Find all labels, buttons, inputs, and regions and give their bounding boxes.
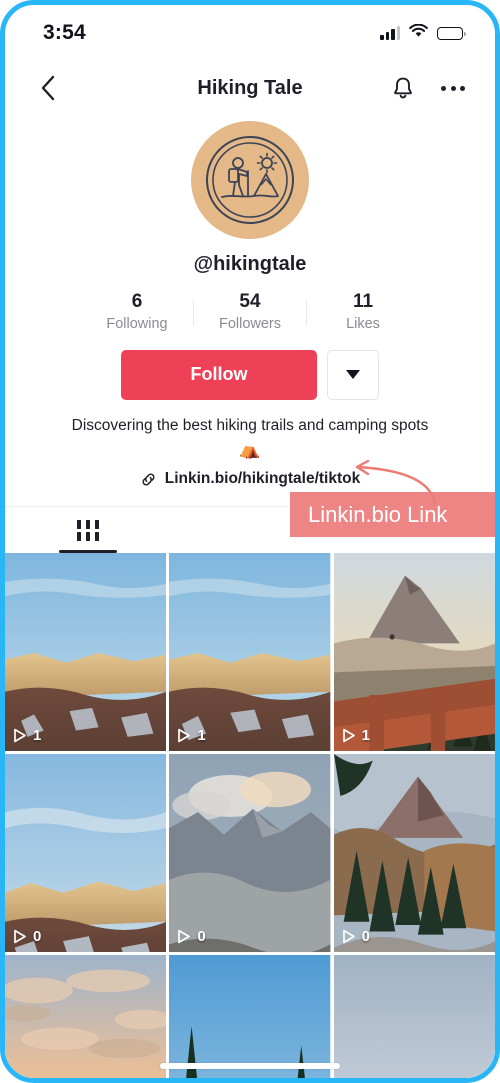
bio-text: Discovering the best hiking trails and c… xyxy=(71,416,429,434)
bio-link-text: Linkin.bio/hikingtale/tiktok xyxy=(164,470,361,488)
stat-label: Likes xyxy=(346,315,380,332)
back-button[interactable] xyxy=(33,73,63,103)
play-triangle-icon xyxy=(342,930,355,944)
cellular-signal-icon xyxy=(380,26,400,40)
view-count-text: 0 xyxy=(33,928,42,946)
video-tile[interactable]: 1 xyxy=(5,553,167,752)
video-thumbnail xyxy=(333,754,495,953)
video-thumbnail xyxy=(5,955,167,1078)
tab-videos-grid[interactable] xyxy=(5,507,171,554)
video-thumbnail xyxy=(169,553,331,752)
play-triangle-icon xyxy=(14,930,26,944)
link-icon xyxy=(142,473,155,486)
profile-stats: 6 Following 54 Followers 11 Likes xyxy=(81,290,419,336)
phone-frame: 3:54 Hiking Tale @hikingtale 6 Following… xyxy=(0,0,500,1083)
video-tile[interactable]: 1 xyxy=(333,553,495,752)
nav-actions xyxy=(389,74,467,102)
chevron-left-icon xyxy=(41,75,55,101)
profile-actions: Follow xyxy=(121,349,379,400)
view-count-text: 1 xyxy=(33,727,42,745)
video-thumbnail xyxy=(333,955,495,1078)
chevron-down-icon xyxy=(346,370,360,379)
notifications-button[interactable] xyxy=(389,74,417,102)
video-view-count: 1 xyxy=(177,727,206,745)
play-triangle-icon xyxy=(178,930,191,944)
stat-following[interactable]: 6 Following xyxy=(81,290,193,336)
video-tile[interactable]: 0 xyxy=(5,754,167,953)
video-view-count: 0 xyxy=(13,928,41,945)
callout-linkin-bio: Linkin.bio Link xyxy=(290,492,495,537)
video-view-count: 1 xyxy=(342,727,370,744)
stat-followers[interactable]: 54 Followers xyxy=(194,290,306,336)
video-tile[interactable] xyxy=(169,955,331,1078)
follow-button[interactable]: Follow xyxy=(121,349,317,400)
stat-label: Followers xyxy=(218,315,282,332)
video-tile[interactable] xyxy=(5,955,167,1078)
video-thumbnail xyxy=(5,553,167,752)
play-triangle-icon xyxy=(342,729,355,743)
video-view-count: 1 xyxy=(13,727,41,744)
view-count-text: 1 xyxy=(361,727,370,745)
avatar[interactable] xyxy=(191,121,309,239)
home-indicator xyxy=(160,1063,340,1069)
view-count-text: 0 xyxy=(361,928,370,946)
view-count-text: 1 xyxy=(197,727,206,745)
video-view-count: 0 xyxy=(177,928,206,946)
battery-icon xyxy=(437,26,466,40)
grid-videos-icon xyxy=(77,519,99,541)
status-bar: 3:54 xyxy=(5,5,495,61)
video-thumbnail xyxy=(333,553,495,752)
stat-value: 11 xyxy=(352,291,374,312)
video-grid: 1 1 1 0 0 0 xyxy=(5,553,495,1078)
bio-emoji: ⛺ xyxy=(239,439,261,459)
stat-likes[interactable]: 11 Likes xyxy=(307,290,419,336)
video-thumbnail xyxy=(169,955,331,1078)
bell-icon xyxy=(394,77,412,99)
view-count-text: 0 xyxy=(197,928,206,946)
play-triangle-icon xyxy=(178,729,191,743)
more-actions-dropdown-button[interactable] xyxy=(327,349,379,400)
status-time: 3:54 xyxy=(43,21,86,44)
video-tile[interactable]: 0 xyxy=(169,754,331,953)
more-options-button[interactable] xyxy=(439,74,467,102)
stat-value: 54 xyxy=(239,291,261,312)
username: @hikingtale xyxy=(193,253,307,275)
video-thumbnail xyxy=(169,754,331,953)
video-tile[interactable]: 1 xyxy=(169,553,331,752)
status-bar-icons xyxy=(380,23,466,43)
stat-label: Following xyxy=(106,315,168,332)
bio-link[interactable]: Linkin.bio/hikingtale/tiktok xyxy=(140,470,360,488)
video-tile[interactable]: 0 xyxy=(333,754,495,953)
play-triangle-icon xyxy=(14,729,26,743)
video-view-count: 0 xyxy=(342,928,370,945)
profile-bio: Discovering the best hiking trails and c… xyxy=(50,414,450,463)
wifi-icon xyxy=(409,23,428,43)
hiker-avatar-icon xyxy=(206,136,294,224)
video-thumbnail xyxy=(5,754,167,953)
stat-value: 6 xyxy=(131,291,143,312)
video-tile[interactable] xyxy=(333,955,495,1078)
callout-label: Linkin.bio Link xyxy=(308,501,448,527)
phone-screen: 3:54 Hiking Tale @hikingtale 6 Following… xyxy=(5,5,495,1078)
nav-header: Hiking Tale xyxy=(5,61,495,115)
more-options-icon xyxy=(441,85,465,91)
profile-section: @hikingtale 6 Following 54 Followers 11 … xyxy=(5,115,495,488)
